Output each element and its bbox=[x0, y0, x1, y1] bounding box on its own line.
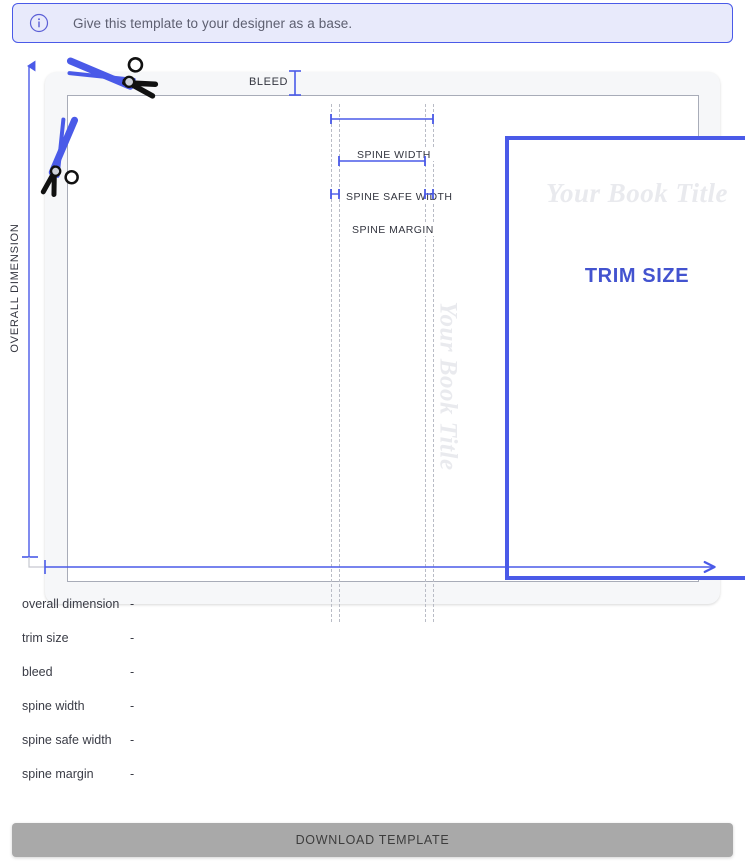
overall-dimension-arrow-horizontal bbox=[44, 560, 716, 574]
measurement-list: overall dimension - trim size - bleed - … bbox=[0, 595, 745, 799]
measurement-row-trim-size: trim size - bbox=[0, 629, 745, 663]
spine-safe-width-measure-bar bbox=[338, 156, 426, 166]
measurement-value: - bbox=[130, 597, 135, 611]
measurement-label: spine safe width bbox=[22, 733, 112, 747]
template-diagram: Your Book Title Your Book Title TRIM SIZ… bbox=[0, 52, 745, 622]
measurement-value: - bbox=[130, 631, 135, 645]
spine-width-measure-bar bbox=[330, 114, 434, 124]
download-template-button[interactable]: DOWNLOAD TEMPLATE bbox=[12, 823, 733, 857]
measurement-row-overall-dimension: overall dimension - bbox=[0, 595, 745, 629]
measurement-row-bleed: bleed - bbox=[0, 663, 745, 697]
spine-margin-measure-brackets bbox=[330, 189, 434, 199]
measurement-row-spine-margin: spine margin - bbox=[0, 765, 745, 799]
bleed-measure-marker bbox=[289, 70, 301, 96]
scissors-icon-left bbox=[40, 116, 79, 198]
diagram-annotations bbox=[22, 57, 716, 574]
overall-dimension-arrow-vertical bbox=[22, 60, 38, 558]
measurement-row-spine-safe-width: spine safe width - bbox=[0, 731, 745, 765]
page-root: Give this template to your designer as a… bbox=[0, 0, 745, 867]
info-banner: Give this template to your designer as a… bbox=[12, 3, 733, 43]
measurement-label: spine width bbox=[22, 699, 85, 713]
scissors-icon-top bbox=[66, 57, 159, 99]
measurement-value: - bbox=[130, 699, 135, 713]
measurement-value: - bbox=[130, 733, 135, 747]
info-circle-icon bbox=[29, 13, 49, 33]
measurement-label: trim size bbox=[22, 631, 69, 645]
measurement-label: spine margin bbox=[22, 767, 94, 781]
info-banner-text: Give this template to your designer as a… bbox=[73, 15, 353, 31]
measurement-label: overall dimension bbox=[22, 597, 120, 611]
dimension-corner-connector bbox=[28, 557, 45, 568]
measurement-row-spine-width: spine width - bbox=[0, 697, 745, 731]
measurement-value: - bbox=[130, 767, 135, 781]
measurement-label: bleed bbox=[22, 665, 53, 679]
measurement-value: - bbox=[130, 665, 135, 679]
